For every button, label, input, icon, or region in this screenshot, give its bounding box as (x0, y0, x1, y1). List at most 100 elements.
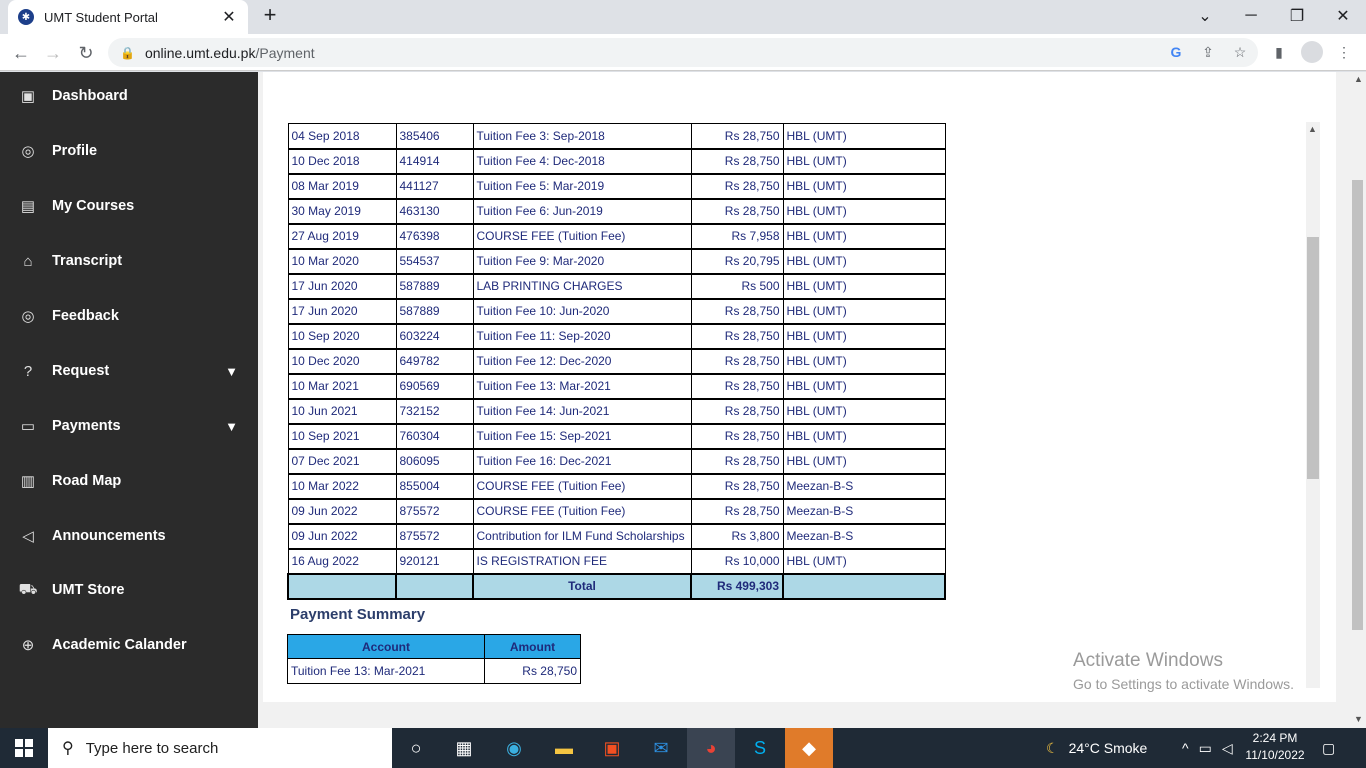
payment-date: 27 Aug 2019 (287, 223, 397, 249)
close-tab-icon[interactable]: ✕ (220, 7, 238, 27)
sidebar-item-label: Academic Calander (52, 637, 187, 653)
skype-icon[interactable]: S (736, 728, 784, 768)
payment-date: 16 Aug 2022 (287, 548, 397, 574)
profile-avatar[interactable] (1301, 41, 1323, 63)
payment-summary-title: Payment Summary (290, 606, 426, 623)
bank-name: HBL (UMT) (782, 323, 946, 349)
total-row: Total Rs 499,303 (287, 572, 946, 600)
notification-icon[interactable]: ▢ (1322, 728, 1335, 768)
inner-scrollbar[interactable]: ▲ (1306, 122, 1320, 688)
sidebar-item-feedback[interactable]: ◎ Feedback (0, 296, 258, 336)
page-scrollbar[interactable]: ▲ ▼ (1350, 72, 1366, 728)
battery-icon[interactable]: ▭ (1199, 740, 1212, 757)
speaker-icon[interactable]: ◁ (1222, 740, 1233, 757)
fee-amount: Rs 28,750 (690, 398, 784, 424)
payment-date: 10 Mar 2020 (287, 248, 397, 274)
back-icon[interactable]: ← (8, 40, 34, 66)
task-view-icon[interactable]: ○ (392, 728, 440, 768)
browser-tab[interactable]: ✱ UMT Student Portal ✕ (8, 0, 248, 34)
payment-summary-table: Account Amount Tuition Fee 13: Mar-2021 … (287, 634, 581, 684)
megaphone-icon: ◁ (22, 528, 34, 545)
windows-taskbar: ⚲ Type here to search ○ ▦ ◉ ▬ ▣ ✉ ◕ S ◆ … (0, 728, 1366, 768)
sidebar-item-dashboard[interactable]: ▣ Dashboard (0, 76, 258, 116)
voucher-number: 760304 (395, 423, 474, 449)
mail-icon[interactable]: ✉ (637, 728, 685, 768)
sidebar-item-label: Payments (52, 418, 121, 434)
voucher-number: 385406 (395, 123, 474, 149)
url-path: /Payment (255, 44, 315, 61)
share-icon[interactable]: ⇪ (1198, 42, 1218, 62)
sidebar-item-road-map[interactable]: ▥ Road Map (0, 461, 258, 501)
table-row: 17 Jun 2020 587889 Tuition Fee 10: Jun-202… (287, 298, 946, 324)
scroll-up-icon[interactable]: ▲ (1308, 124, 1317, 134)
windows-start-button[interactable] (0, 728, 48, 768)
sidebar-item-profile[interactable]: ◎ Profile (0, 131, 258, 171)
scrollbar-thumb[interactable] (1307, 237, 1319, 479)
windows-logo-icon (15, 739, 33, 757)
side-panel-icon[interactable]: ▮ (1269, 42, 1289, 62)
store-icon[interactable]: ▣ (588, 728, 636, 768)
scrollbar-thumb[interactable] (1352, 180, 1363, 630)
bank-name: HBL (UMT) (782, 173, 946, 199)
bank-name: HBL (UMT) (782, 448, 946, 474)
new-tab-icon[interactable]: + (258, 4, 282, 28)
table-row: 10 Sep 2020 603224 Tuition Fee 11: Sep-202… (287, 323, 946, 349)
fee-amount: Rs 28,750 (690, 148, 784, 174)
table-row: 10 Jun 2021 732152 Tuition Fee 14: Jun-202… (287, 398, 946, 424)
scroll-down-icon[interactable]: ▼ (1354, 714, 1363, 724)
weather-widget[interactable]: ☾ 24°C Smoke (1046, 728, 1147, 768)
tray-icons[interactable]: ^ ▭ ◁ (1182, 728, 1233, 768)
google-icon[interactable]: G (1166, 42, 1186, 62)
sidebar-item-request[interactable]: ? Request ▼ (0, 351, 258, 391)
table-row: 10 Mar 2020 554537 Tuition Fee 9: Mar-2020… (287, 248, 946, 274)
sidebar-item-academic-calander[interactable]: ⊕ Academic Calander (0, 625, 258, 665)
url-bar[interactable]: 🔒 online.umt.edu.pk/Payment (108, 38, 1258, 67)
browser-tabbar: ✱ UMT Student Portal ✕ + ⌄ ─ ❐ ✕ (0, 0, 1366, 34)
sidebar-item-umt-store[interactable]: ⛟ UMT Store (0, 570, 258, 610)
clock-date: 11/10/2022 (1245, 748, 1305, 762)
close-window-icon[interactable]: ✕ (1320, 0, 1366, 32)
sidebar-item-payments[interactable]: ▭ Payments ▼ (0, 406, 258, 446)
fee-description: IS REGISTRATION FEE (472, 548, 692, 574)
scroll-up-icon[interactable]: ▲ (1354, 74, 1363, 84)
fee-amount: Rs 7,958 (690, 223, 784, 249)
chrome-icon[interactable]: ◕ (687, 728, 735, 768)
voucher-number: 732152 (395, 398, 474, 424)
taskbar-search[interactable]: ⚲ Type here to search (48, 728, 392, 768)
forward-icon[interactable]: → (40, 40, 66, 66)
file-explorer-icon[interactable]: ▬ (540, 728, 588, 768)
fee-amount: Rs 500 (690, 273, 784, 299)
bank-name: HBL (UMT) (782, 223, 946, 249)
browser-menu-icon[interactable]: ⋮ (1334, 42, 1354, 62)
sidebar-item-announcements[interactable]: ◁ Announcements (0, 516, 258, 556)
sidebar-item-label: My Courses (52, 198, 135, 214)
app-icon[interactable]: ◆ (785, 728, 833, 768)
edge-icon[interactable]: ◉ (490, 728, 538, 768)
tab-search-chevron-icon[interactable]: ⌄ (1182, 0, 1228, 32)
sidebar-item-my-courses[interactable]: ▤ My Courses (0, 186, 258, 226)
chevron-down-icon[interactable]: ▼ (225, 419, 238, 434)
sidebar-item-transcript[interactable]: ⌂ Transcript (0, 241, 258, 281)
summary-account: Tuition Fee 13: Mar-2021 (287, 658, 485, 684)
moon-icon: ☾ (1046, 739, 1059, 756)
chevron-up-icon[interactable]: ^ (1182, 740, 1189, 756)
bookmark-star-icon[interactable]: ☆ (1230, 42, 1250, 62)
dashboard-icon: ▣ (20, 88, 36, 105)
payment-date: 10 Dec 2020 (287, 348, 397, 374)
restore-icon[interactable]: ❐ (1274, 0, 1320, 32)
reload-icon[interactable]: ↻ (73, 40, 99, 66)
chevron-down-icon[interactable]: ▼ (225, 364, 238, 379)
fee-amount: Rs 28,750 (690, 498, 784, 524)
widgets-icon[interactable]: ▦ (440, 728, 488, 768)
minimize-icon[interactable]: ─ (1228, 0, 1274, 32)
table-row: 30 May 2019 463130 Tuition Fee 6: Jun-2019… (287, 198, 946, 224)
table-row: 10 Dec 2020 649782 Tuition Fee 12: Dec-202… (287, 348, 946, 374)
fee-description: LAB PRINTING CHARGES (472, 273, 692, 299)
system-clock[interactable]: 2:24 PM 11/10/2022 (1244, 730, 1306, 764)
total-empty-cell (287, 572, 397, 600)
money-icon: ▭ (20, 418, 36, 435)
table-row: 10 Mar 2022 855004 COURSE FEE (Tuition Fee… (287, 473, 946, 499)
sidebar-item-label: Profile (52, 143, 98, 159)
fee-description: Tuition Fee 13: Mar-2021 (472, 373, 692, 399)
fee-amount: Rs 20,795 (690, 248, 784, 274)
